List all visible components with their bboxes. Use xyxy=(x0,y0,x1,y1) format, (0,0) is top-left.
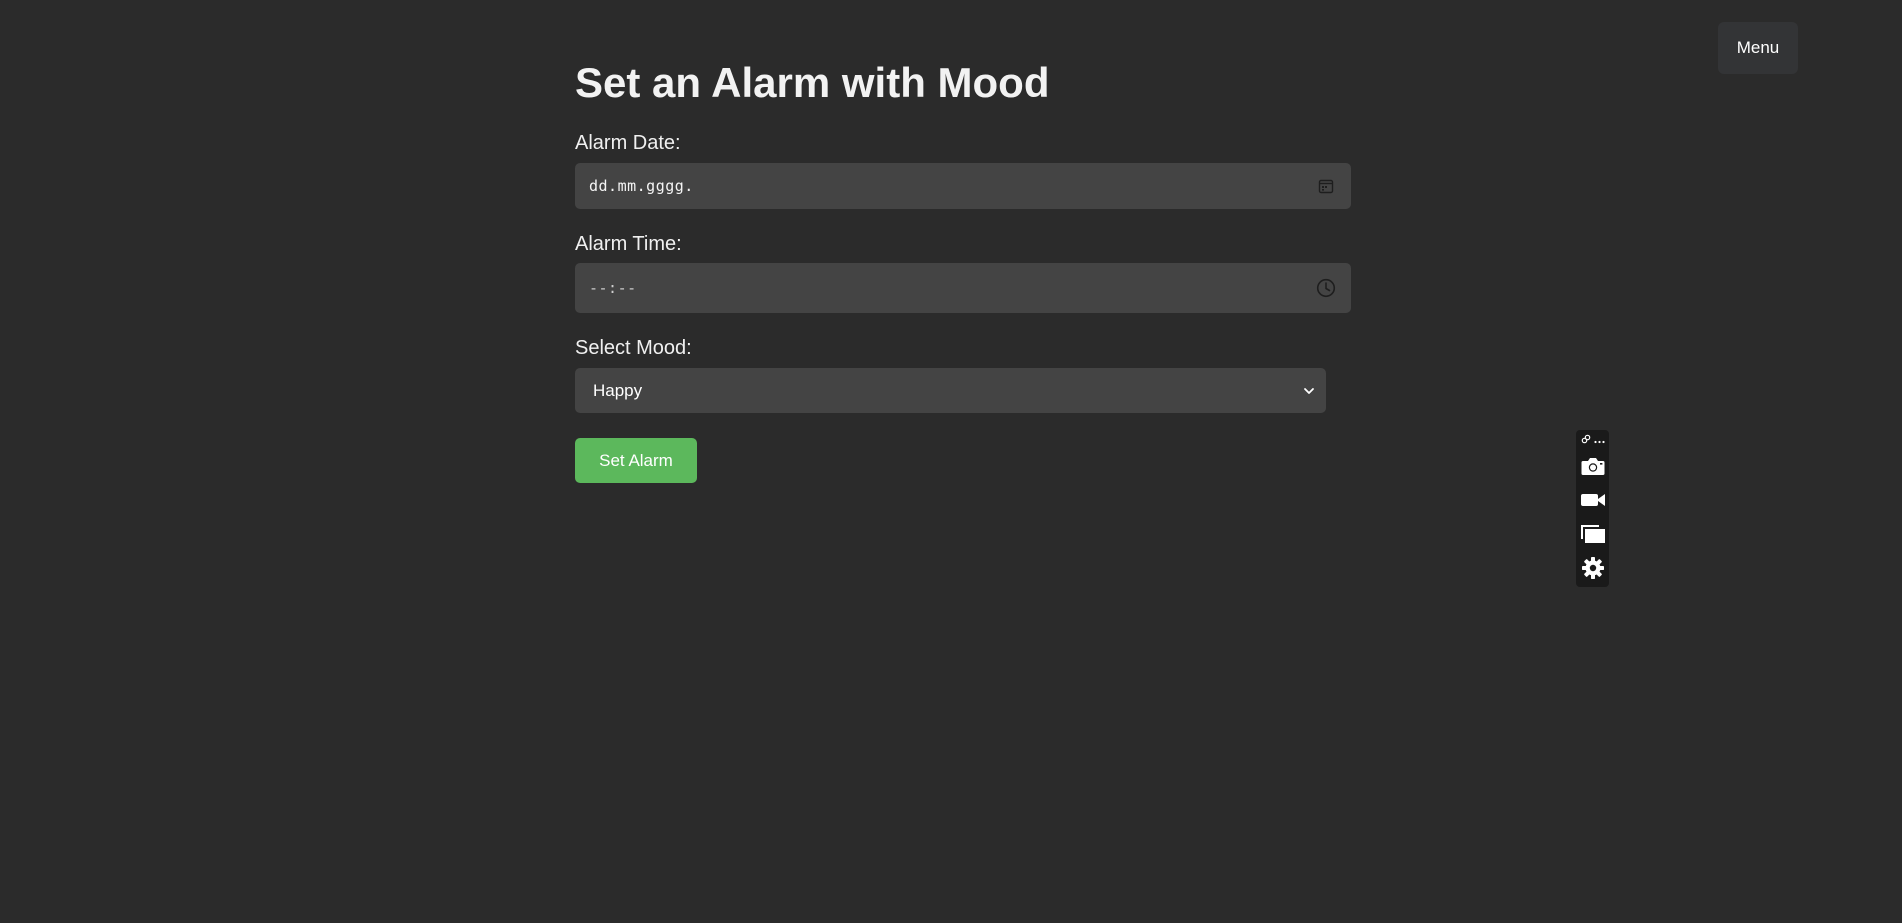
alarm-time-placeholder: --:-- xyxy=(589,279,637,297)
more-icon[interactable] xyxy=(1593,431,1605,449)
alarm-date-placeholder: dd.mm.gggg. xyxy=(589,177,694,195)
page-title: Set an Alarm with Mood xyxy=(575,59,1050,106)
windows-icon[interactable] xyxy=(1579,520,1607,548)
mood-selected-value: Happy xyxy=(593,380,643,400)
camera-icon[interactable] xyxy=(1579,452,1607,480)
alarm-time-input[interactable]: --:-- xyxy=(575,263,1351,313)
page: Menu Set an Alarm with Mood Alarm Date: … xyxy=(0,0,1902,923)
calendar-icon[interactable] xyxy=(1315,175,1337,197)
select-mood-label: Select Mood: xyxy=(575,337,692,359)
alarm-date-input[interactable]: dd.mm.gggg. xyxy=(575,163,1351,209)
floating-toolbar xyxy=(1576,430,1609,587)
mood-select[interactable]: Happy xyxy=(575,368,1326,413)
video-camera-icon[interactable] xyxy=(1579,486,1607,514)
alarm-form: Set an Alarm with Mood Alarm Date: dd.mm… xyxy=(575,56,1351,483)
alarm-time-label: Alarm Time: xyxy=(575,233,682,255)
clock-icon[interactable] xyxy=(1315,277,1337,299)
toolbar-header xyxy=(1581,434,1605,446)
link-icon[interactable] xyxy=(1581,431,1591,449)
chevron-down-icon xyxy=(1302,384,1316,398)
alarm-date-label: Alarm Date: xyxy=(575,132,681,154)
gear-icon[interactable] xyxy=(1579,554,1607,582)
menu-button[interactable]: Menu xyxy=(1718,22,1798,74)
set-alarm-button[interactable]: Set Alarm xyxy=(575,438,697,483)
